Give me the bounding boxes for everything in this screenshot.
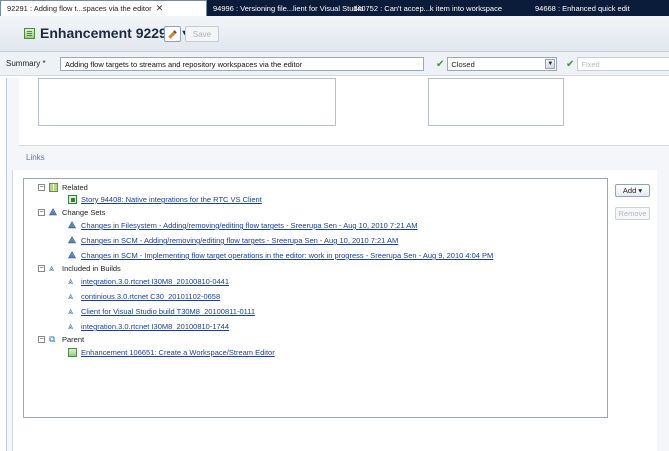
tree-group-change-sets[interactable]: − ⟁ Change Sets xyxy=(38,207,105,218)
status-value: Closed xyxy=(451,59,475,69)
tab-92291[interactable]: 92291 : Adding flow t...spaces via the e… xyxy=(0,0,207,16)
editor-tab-bar: 92291 : Adding flow t...spaces via the e… xyxy=(0,0,669,16)
enhancement-icon xyxy=(24,28,35,39)
link-build[interactable]: integration.3.0.rtcnet I30M8_20100810-04… xyxy=(81,277,229,286)
tab-label: 94668 : Enhanced quick edit xyxy=(535,3,630,13)
tree-item[interactable]: Enhancement 106651: Create a Workspace/S… xyxy=(68,347,275,358)
link-build[interactable]: integration.3.0.rtcnet I30M8_20100810-17… xyxy=(81,322,229,331)
link-build[interactable]: Client for Visual Studio build T30M8_201… xyxy=(81,307,255,316)
add-link-button[interactable]: Add ▾ xyxy=(615,184,650,197)
tab-140752[interactable]: 140752 : Can't accep...k item into works… xyxy=(347,0,529,16)
description-box[interactable] xyxy=(38,78,336,126)
link-change-set[interactable]: Changes in Filesystem - Adding/removing/… xyxy=(81,221,417,230)
edit-button[interactable] xyxy=(164,26,181,42)
build-icon: ⩓ xyxy=(49,263,55,273)
link-enhancement-106651[interactable]: Enhancement 106651: Create a Workspace/S… xyxy=(81,348,275,357)
change-set-icon: ⟁ xyxy=(49,207,58,217)
resolution-value: Fixed xyxy=(581,59,600,69)
links-section-label: Links xyxy=(26,153,45,162)
group-label: Included in Builds xyxy=(62,264,121,273)
tree-group-parent[interactable]: − ⧉ Parent xyxy=(38,334,84,345)
build-icon: ⩓ xyxy=(68,291,74,301)
check-icon: ✔ xyxy=(436,58,445,70)
status-field: ✔ Closed ▼ xyxy=(436,57,558,71)
status-select[interactable]: Closed ▼ xyxy=(447,57,558,71)
collapse-icon[interactable]: − xyxy=(38,184,45,191)
group-label: Change Sets xyxy=(62,208,106,217)
group-label: Parent xyxy=(62,335,85,344)
collapse-icon[interactable]: − xyxy=(38,209,45,216)
parent-icon: ⧉ xyxy=(49,334,56,344)
change-set-icon: ⟁ xyxy=(68,235,77,245)
change-set-icon: ⟁ xyxy=(68,250,77,260)
attachments-box[interactable] xyxy=(428,78,564,126)
remove-link-button[interactable]: Remove xyxy=(615,207,650,220)
build-icon: ⩓ xyxy=(68,276,74,286)
change-set-icon: ⟁ xyxy=(68,220,77,230)
tree-item[interactable]: ⟁ Changes in SCM - Adding/removing/editi… xyxy=(68,235,398,246)
tree-item[interactable]: ⩓ integration.3.0.rtcnet I30M8_20100810-… xyxy=(68,321,229,332)
collapse-icon[interactable]: − xyxy=(38,265,45,272)
chevron-down-icon[interactable]: ▼ xyxy=(545,59,556,69)
tree-item[interactable]: ⩓ continious.3.0.rtcnet C30_20101102-065… xyxy=(68,291,220,302)
link-change-set[interactable]: Changes in SCM - Implementing flow targe… xyxy=(81,251,493,260)
build-icon: ⩓ xyxy=(68,306,74,316)
title-text: Enhancement 92291 xyxy=(40,25,175,41)
close-tab-icon[interactable]: ✕ xyxy=(156,4,164,13)
link-story-94408[interactable]: Story 94408: Native integrations for the… xyxy=(81,195,262,204)
tree-group-builds[interactable]: − ⩓ Included in Builds xyxy=(38,263,121,274)
resolution-select[interactable]: Fixed xyxy=(577,57,669,71)
tab-94996[interactable]: 94996 : Versioning file...lient for Visu… xyxy=(207,0,363,16)
summary-input[interactable] xyxy=(60,57,424,71)
tree-group-related[interactable]: − Related xyxy=(38,182,88,193)
tree-item[interactable]: ⟁ Changes in SCM - Implementing flow tar… xyxy=(68,250,493,261)
related-icon xyxy=(49,183,58,192)
check-icon: ✔ xyxy=(566,58,575,70)
tree-item[interactable]: ⩓ integration.3.0.rtcnet I30M8_20100810-… xyxy=(68,276,229,287)
tab-94668[interactable]: 94668 : Enhanced quick edit xyxy=(529,0,669,16)
enhancement-icon xyxy=(68,348,77,357)
link-change-set[interactable]: Changes in SCM - Adding/removing/editing… xyxy=(81,236,398,245)
build-icon: ⩓ xyxy=(68,321,74,331)
summary-row: Summary * ✔ Closed ▼ ✔ Fixed xyxy=(0,52,669,76)
tree-item[interactable]: ⟁ Changes in Filesystem - Adding/removin… xyxy=(68,220,417,231)
tab-label: 94996 : Versioning file...lient for Visu… xyxy=(213,3,364,13)
save-button[interactable]: Save xyxy=(185,26,219,42)
tree-item[interactable]: Story 94408: Native integrations for the… xyxy=(68,194,262,205)
link-build[interactable]: continious.3.0.rtcnet C30_20101102-0658 xyxy=(81,292,220,301)
tab-label: 140752 : Can't accep...k item into works… xyxy=(353,3,503,13)
work-item-header: Enhancement 92291 ▾ Save xyxy=(0,16,669,52)
tab-label: 92291 : Adding flow t...spaces via the e… xyxy=(7,4,152,13)
story-icon xyxy=(68,195,77,204)
resolution-field: ✔ Fixed xyxy=(566,57,669,71)
tree-item[interactable]: ⩓ Client for Visual Studio build T30M8_2… xyxy=(68,306,255,317)
collapse-icon[interactable]: − xyxy=(38,336,45,343)
pencil-icon xyxy=(168,29,177,39)
group-label: Related xyxy=(62,183,88,192)
summary-label: Summary * xyxy=(6,59,46,68)
